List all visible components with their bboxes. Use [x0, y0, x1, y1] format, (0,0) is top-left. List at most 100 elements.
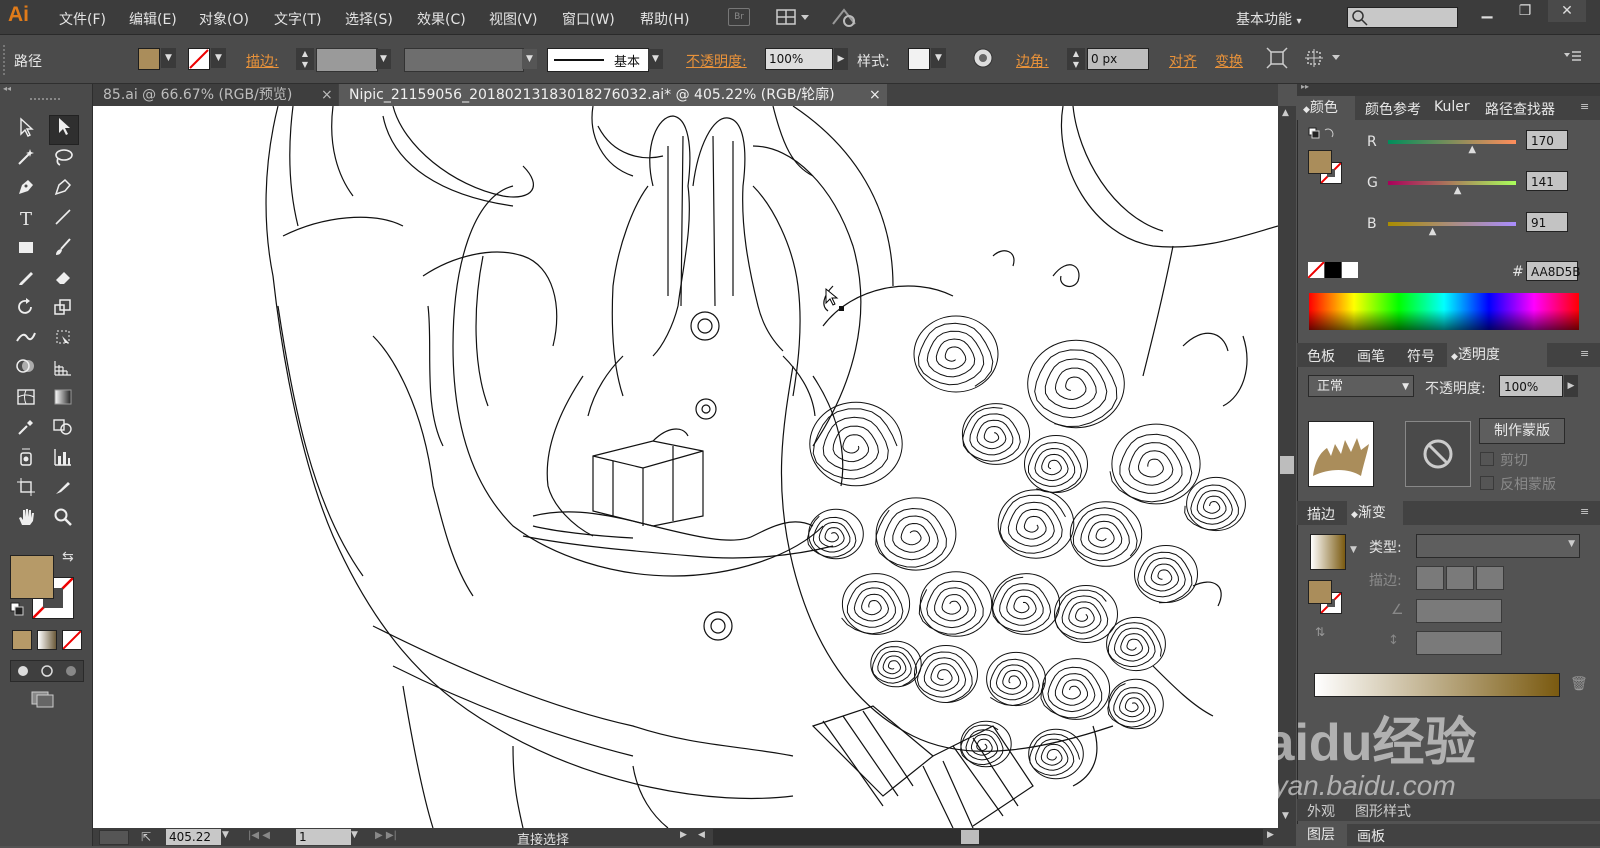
column-graph-tool-icon[interactable] [49, 447, 77, 473]
stroke-weight-dropdown[interactable]: ▼ [376, 49, 391, 69]
next-artboard-button[interactable]: ▶ ▶| [375, 830, 397, 841]
menu-select[interactable]: 选择(S) [345, 9, 393, 29]
gradient-slider[interactable] [1314, 673, 1560, 697]
tab-gradient[interactable]: ◆渐变 [1347, 501, 1403, 525]
brush-definition-field[interactable]: 基本 [547, 48, 649, 72]
grip-handle[interactable] [3, 45, 9, 75]
zoom-tool-icon[interactable] [49, 507, 77, 533]
selection-tool-icon[interactable] [12, 117, 40, 143]
menu-file[interactable]: 文件(F) [59, 9, 106, 29]
blue-value-field[interactable]: 91 [1526, 212, 1568, 232]
eraser-tool-icon[interactable] [49, 267, 77, 293]
panel-menu-icon[interactable]: ≡ [1580, 347, 1589, 360]
fill-swatch[interactable] [138, 48, 160, 70]
status-menu-arrow[interactable]: ▶ [680, 830, 687, 840]
screen-mode-icon[interactable] [30, 690, 56, 712]
pen-tool-icon[interactable] [12, 177, 40, 203]
symbol-sprayer-tool-icon[interactable] [12, 447, 40, 473]
tab-pathfinder[interactable]: 路径查找器 [1485, 99, 1555, 119]
artboard-tool-icon[interactable] [12, 477, 40, 503]
red-value-field[interactable]: 170 [1526, 130, 1568, 150]
blend-tool-icon[interactable] [49, 417, 77, 443]
fill-dropdown[interactable]: ▼ [161, 48, 176, 68]
panel-opacity-popup[interactable]: ▶ [1564, 375, 1578, 397]
scroll-left-arrow[interactable]: ◀ [698, 830, 705, 840]
expand-panels-icon[interactable]: ▸▸ [1301, 82, 1309, 91]
bridge-icon[interactable]: Br [728, 8, 750, 26]
blue-slider-thumb[interactable]: ▲ [1429, 226, 1437, 237]
variable-width-dropdown[interactable]: ▼ [522, 49, 537, 69]
paintbrush-tool-icon[interactable] [49, 237, 77, 263]
tab-swatches[interactable]: 色板 [1307, 346, 1335, 366]
tab-layers[interactable]: 图层 [1297, 824, 1347, 846]
graphic-style-swatch[interactable] [908, 48, 930, 70]
variable-width-profile[interactable] [404, 48, 524, 72]
tab-graphic-styles[interactable]: 图形样式 [1355, 801, 1411, 821]
tab-appearance[interactable]: 外观 [1307, 801, 1335, 821]
menu-view[interactable]: 视图(V) [489, 9, 538, 29]
help-search-input[interactable] [1347, 7, 1458, 28]
tab-color-guide[interactable]: 颜色参考 [1365, 99, 1421, 119]
stroke-swatch[interactable] [188, 48, 210, 70]
close-window-button[interactable]: ✕ [1548, 0, 1586, 22]
artboard-dropdown[interactable]: ▼ [351, 830, 358, 840]
zoom-dropdown[interactable]: ▼ [222, 830, 229, 840]
width-tool-icon[interactable] [12, 327, 40, 353]
green-value-field[interactable]: 141 [1526, 171, 1568, 191]
tab-kuler[interactable]: Kuler [1434, 99, 1470, 115]
tab-artboards[interactable]: 画板 [1357, 826, 1385, 846]
perspective-grid-tool-icon[interactable] [49, 357, 77, 383]
tab-transparency[interactable]: ◆透明度 [1447, 343, 1547, 367]
tab-symbols[interactable]: 符号 [1407, 346, 1435, 366]
gradient-preset-dropdown[interactable]: ▼ [1350, 545, 1357, 555]
horizontal-scroll-thumb[interactable] [961, 830, 979, 844]
delete-stop-icon[interactable]: 🗑 [1570, 676, 1588, 692]
red-slider[interactable] [1388, 140, 1516, 144]
close-tab-icon[interactable]: × [869, 84, 881, 106]
quick-colors[interactable] [1307, 261, 1358, 282]
brush-dropdown[interactable]: ▼ [648, 49, 663, 69]
tab-color[interactable]: ◆颜色 [1297, 96, 1355, 120]
close-tab-icon[interactable]: × [321, 84, 333, 106]
toolbox-collapse-icon[interactable]: ◂◂ [3, 84, 89, 93]
type-tool-icon[interactable]: T [12, 207, 40, 233]
panel-fill-swatch[interactable] [1308, 150, 1332, 174]
gradient-aspect-field[interactable] [1416, 631, 1502, 655]
default-colors-icon[interactable] [10, 602, 24, 620]
vertical-scrollbar[interactable]: ▲ ▼ [1278, 106, 1296, 828]
hand-tool-icon[interactable] [12, 507, 40, 533]
pencil-tool-icon[interactable] [12, 267, 40, 293]
menu-edit[interactable]: 编辑(E) [129, 9, 177, 29]
artboard-number-field[interactable]: 1 [296, 829, 351, 845]
magic-wand-tool-icon[interactable] [12, 147, 40, 173]
horizontal-scroll-track[interactable] [713, 829, 1263, 845]
scale-tool-icon[interactable] [49, 297, 77, 323]
none-mode-icon[interactable] [62, 630, 82, 650]
direct-selection-tool-icon[interactable] [49, 115, 79, 145]
gradient-tool-icon[interactable] [49, 387, 77, 413]
blue-slider[interactable] [1388, 222, 1516, 226]
zoom-level-field[interactable]: 405.22 [166, 829, 221, 845]
status-icon[interactable] [99, 830, 129, 845]
corner-radius-field[interactable]: 0 px [1087, 48, 1149, 70]
tab-stroke[interactable]: 描边 [1307, 504, 1335, 524]
line-segment-tool-icon[interactable] [49, 207, 77, 233]
document-tab-active[interactable]: Nipic_21159056_20180213183018276032.ai* … [339, 84, 887, 106]
stroke-weight-stepper[interactable]: ▲ ▼ [296, 48, 314, 70]
rectangle-tool-icon[interactable] [12, 237, 40, 263]
document-tab-inactive[interactable]: 85.ai @ 66.67% (RGB/预览) × [93, 84, 338, 106]
clip-checkbox[interactable] [1480, 452, 1494, 466]
green-slider[interactable] [1388, 181, 1516, 185]
restore-button[interactable]: ❐ [1506, 0, 1544, 22]
share-icon[interactable]: ⇱ [141, 830, 151, 844]
artboard-canvas[interactable] [93, 106, 1278, 828]
isolate-selection-icon[interactable] [1266, 47, 1288, 73]
transform-link[interactable]: 变换 [1215, 51, 1243, 71]
control-panel-menu-icon[interactable] [1562, 50, 1582, 68]
tab-brushes[interactable]: 画笔 [1357, 346, 1385, 366]
menu-window[interactable]: 窗口(W) [562, 9, 615, 29]
rotate-tool-icon[interactable] [12, 297, 40, 323]
scroll-up-arrow[interactable]: ▲ [1282, 108, 1289, 118]
workspace-switcher[interactable]: 基本功能 ▾ [1236, 9, 1301, 29]
eyedropper-tool-icon[interactable] [12, 417, 40, 443]
